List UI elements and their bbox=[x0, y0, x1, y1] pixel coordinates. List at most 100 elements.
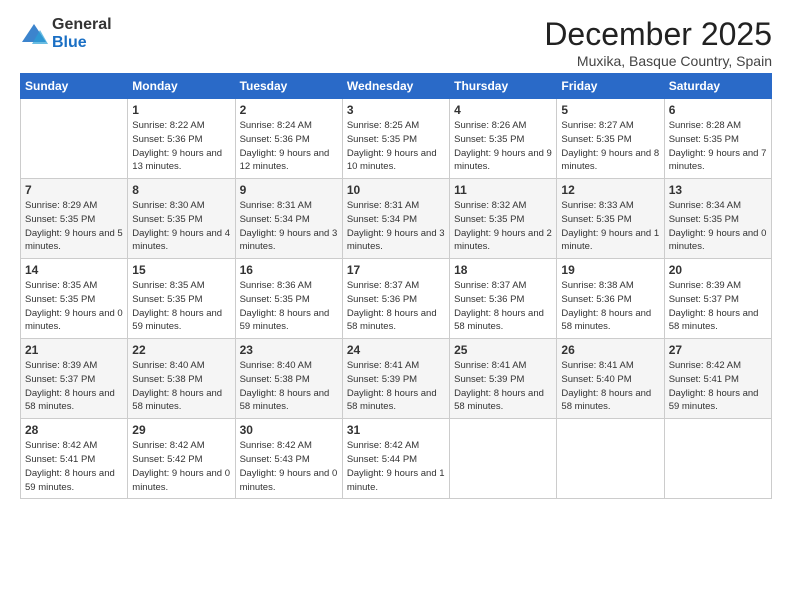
sunrise-text: Sunrise: 8:40 AM bbox=[132, 360, 204, 371]
daylight-text: Daylight: 8 hours and 58 minutes. bbox=[454, 388, 544, 413]
sunrise-text: Sunrise: 8:41 AM bbox=[454, 360, 526, 371]
sunset-text: Sunset: 5:36 PM bbox=[561, 294, 631, 305]
day-number: 16 bbox=[240, 263, 338, 277]
day-info: Sunrise: 8:22 AM Sunset: 5:36 PM Dayligh… bbox=[132, 119, 230, 174]
logo-general: General bbox=[52, 16, 112, 33]
page-header: General Blue December 2025 Muxika, Basqu… bbox=[20, 16, 772, 69]
sunrise-text: Sunrise: 8:42 AM bbox=[347, 440, 419, 451]
daylight-text: Daylight: 8 hours and 59 minutes. bbox=[240, 308, 330, 333]
sunset-text: Sunset: 5:39 PM bbox=[454, 374, 524, 385]
location: Muxika, Basque Country, Spain bbox=[544, 53, 772, 69]
day-number: 14 bbox=[25, 263, 123, 277]
sunset-text: Sunset: 5:40 PM bbox=[561, 374, 631, 385]
sunset-text: Sunset: 5:38 PM bbox=[132, 374, 202, 385]
daylight-text: Daylight: 8 hours and 58 minutes. bbox=[561, 388, 651, 413]
week-row-4: 21 Sunrise: 8:39 AM Sunset: 5:37 PM Dayl… bbox=[21, 339, 772, 419]
day-info: Sunrise: 8:41 AM Sunset: 5:40 PM Dayligh… bbox=[561, 359, 659, 414]
day-cell bbox=[450, 419, 557, 499]
day-number: 27 bbox=[669, 343, 767, 357]
logo: General Blue bbox=[20, 16, 112, 52]
daylight-text: Daylight: 9 hours and 0 minutes. bbox=[669, 228, 767, 253]
day-number: 10 bbox=[347, 183, 445, 197]
day-info: Sunrise: 8:26 AM Sunset: 5:35 PM Dayligh… bbox=[454, 119, 552, 174]
daylight-text: Daylight: 9 hours and 4 minutes. bbox=[132, 228, 230, 253]
day-info: Sunrise: 8:34 AM Sunset: 5:35 PM Dayligh… bbox=[669, 199, 767, 254]
week-row-5: 28 Sunrise: 8:42 AM Sunset: 5:41 PM Dayl… bbox=[21, 419, 772, 499]
day-number: 21 bbox=[25, 343, 123, 357]
day-info: Sunrise: 8:31 AM Sunset: 5:34 PM Dayligh… bbox=[240, 199, 338, 254]
sunrise-text: Sunrise: 8:24 AM bbox=[240, 120, 312, 131]
sunrise-text: Sunrise: 8:31 AM bbox=[347, 200, 419, 211]
sunset-text: Sunset: 5:36 PM bbox=[240, 134, 310, 145]
sunset-text: Sunset: 5:35 PM bbox=[25, 214, 95, 225]
day-cell: 19 Sunrise: 8:38 AM Sunset: 5:36 PM Dayl… bbox=[557, 259, 664, 339]
sunset-text: Sunset: 5:35 PM bbox=[347, 134, 417, 145]
day-number: 17 bbox=[347, 263, 445, 277]
day-cell: 11 Sunrise: 8:32 AM Sunset: 5:35 PM Dayl… bbox=[450, 179, 557, 259]
sunrise-text: Sunrise: 8:38 AM bbox=[561, 280, 633, 291]
day-cell: 10 Sunrise: 8:31 AM Sunset: 5:34 PM Dayl… bbox=[342, 179, 449, 259]
sunrise-text: Sunrise: 8:22 AM bbox=[132, 120, 204, 131]
day-info: Sunrise: 8:30 AM Sunset: 5:35 PM Dayligh… bbox=[132, 199, 230, 254]
sunset-text: Sunset: 5:35 PM bbox=[240, 294, 310, 305]
daylight-text: Daylight: 8 hours and 59 minutes. bbox=[132, 308, 222, 333]
day-cell: 27 Sunrise: 8:42 AM Sunset: 5:41 PM Dayl… bbox=[664, 339, 771, 419]
day-number: 29 bbox=[132, 423, 230, 437]
day-number: 26 bbox=[561, 343, 659, 357]
daylight-text: Daylight: 9 hours and 10 minutes. bbox=[347, 148, 437, 173]
title-area: December 2025 Muxika, Basque Country, Sp… bbox=[544, 16, 772, 69]
sunrise-text: Sunrise: 8:28 AM bbox=[669, 120, 741, 131]
day-cell: 2 Sunrise: 8:24 AM Sunset: 5:36 PM Dayli… bbox=[235, 99, 342, 179]
day-info: Sunrise: 8:42 AM Sunset: 5:42 PM Dayligh… bbox=[132, 439, 230, 494]
day-number: 31 bbox=[347, 423, 445, 437]
day-info: Sunrise: 8:40 AM Sunset: 5:38 PM Dayligh… bbox=[132, 359, 230, 414]
week-row-3: 14 Sunrise: 8:35 AM Sunset: 5:35 PM Dayl… bbox=[21, 259, 772, 339]
logo-text: General Blue bbox=[52, 16, 112, 52]
day-cell: 3 Sunrise: 8:25 AM Sunset: 5:35 PM Dayli… bbox=[342, 99, 449, 179]
day-cell bbox=[664, 419, 771, 499]
day-info: Sunrise: 8:39 AM Sunset: 5:37 PM Dayligh… bbox=[25, 359, 123, 414]
col-thursday: Thursday bbox=[450, 74, 557, 99]
sunrise-text: Sunrise: 8:25 AM bbox=[347, 120, 419, 131]
day-cell: 6 Sunrise: 8:28 AM Sunset: 5:35 PM Dayli… bbox=[664, 99, 771, 179]
sunset-text: Sunset: 5:39 PM bbox=[347, 374, 417, 385]
day-number: 2 bbox=[240, 103, 338, 117]
day-cell bbox=[21, 99, 128, 179]
day-info: Sunrise: 8:38 AM Sunset: 5:36 PM Dayligh… bbox=[561, 279, 659, 334]
daylight-text: Daylight: 8 hours and 58 minutes. bbox=[454, 308, 544, 333]
day-cell: 12 Sunrise: 8:33 AM Sunset: 5:35 PM Dayl… bbox=[557, 179, 664, 259]
day-cell: 17 Sunrise: 8:37 AM Sunset: 5:36 PM Dayl… bbox=[342, 259, 449, 339]
sunset-text: Sunset: 5:34 PM bbox=[240, 214, 310, 225]
day-number: 24 bbox=[347, 343, 445, 357]
calendar-header-row: Sunday Monday Tuesday Wednesday Thursday… bbox=[21, 74, 772, 99]
sunrise-text: Sunrise: 8:36 AM bbox=[240, 280, 312, 291]
sunset-text: Sunset: 5:35 PM bbox=[132, 294, 202, 305]
sunset-text: Sunset: 5:36 PM bbox=[132, 134, 202, 145]
sunset-text: Sunset: 5:35 PM bbox=[561, 134, 631, 145]
day-number: 4 bbox=[454, 103, 552, 117]
sunrise-text: Sunrise: 8:42 AM bbox=[669, 360, 741, 371]
day-cell: 21 Sunrise: 8:39 AM Sunset: 5:37 PM Dayl… bbox=[21, 339, 128, 419]
day-info: Sunrise: 8:29 AM Sunset: 5:35 PM Dayligh… bbox=[25, 199, 123, 254]
daylight-text: Daylight: 9 hours and 3 minutes. bbox=[240, 228, 338, 253]
sunset-text: Sunset: 5:41 PM bbox=[25, 454, 95, 465]
day-number: 1 bbox=[132, 103, 230, 117]
logo-blue: Blue bbox=[52, 34, 87, 51]
day-cell: 22 Sunrise: 8:40 AM Sunset: 5:38 PM Dayl… bbox=[128, 339, 235, 419]
daylight-text: Daylight: 8 hours and 59 minutes. bbox=[25, 468, 115, 493]
daylight-text: Daylight: 9 hours and 1 minute. bbox=[347, 468, 445, 493]
sunrise-text: Sunrise: 8:31 AM bbox=[240, 200, 312, 211]
sunset-text: Sunset: 5:37 PM bbox=[669, 294, 739, 305]
daylight-text: Daylight: 8 hours and 58 minutes. bbox=[25, 388, 115, 413]
day-info: Sunrise: 8:35 AM Sunset: 5:35 PM Dayligh… bbox=[25, 279, 123, 334]
sunset-text: Sunset: 5:43 PM bbox=[240, 454, 310, 465]
day-cell bbox=[557, 419, 664, 499]
day-number: 12 bbox=[561, 183, 659, 197]
day-cell: 9 Sunrise: 8:31 AM Sunset: 5:34 PM Dayli… bbox=[235, 179, 342, 259]
daylight-text: Daylight: 8 hours and 58 minutes. bbox=[347, 308, 437, 333]
day-number: 19 bbox=[561, 263, 659, 277]
day-cell: 30 Sunrise: 8:42 AM Sunset: 5:43 PM Dayl… bbox=[235, 419, 342, 499]
sunset-text: Sunset: 5:36 PM bbox=[347, 294, 417, 305]
day-info: Sunrise: 8:33 AM Sunset: 5:35 PM Dayligh… bbox=[561, 199, 659, 254]
sunset-text: Sunset: 5:35 PM bbox=[454, 214, 524, 225]
